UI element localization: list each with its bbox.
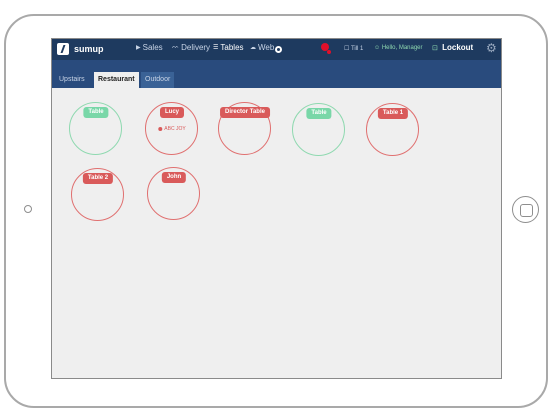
tab-upstairs[interactable]: Upstairs [55,72,89,88]
tab-outdoor[interactable]: Outdoor [141,72,175,88]
camera-icon [24,205,32,213]
brand-name: sumup [74,44,104,54]
lockout-label: Lockout [442,43,474,52]
nav-delivery[interactable]: ᨓ Delivery [172,43,210,52]
room-tab-bar: Upstairs Restaurant Outdoor [52,60,501,88]
play-icon: ▶ [136,45,141,51]
list-icon: ☰ [213,45,219,51]
top-bar: sumup ▶ Sales ᨓ Delivery ☰ Tables ☁ Web … [52,39,501,60]
till-label: Till 1 [350,46,364,52]
nav-delivery-label: Delivery [181,43,211,52]
table-label: Table [83,107,109,118]
nav-tables[interactable]: ☰ Tables [213,43,244,52]
nav-web-label: Web [258,43,275,52]
sumup-logo-icon [57,43,69,55]
table-label: Lucy [159,107,185,118]
lock-icon: ⊡ [432,45,438,52]
order-tag: ABC JOY [158,126,185,132]
bike-icon: ᨓ [172,44,180,50]
alert-dot-small [327,50,331,54]
table-label: John [161,172,187,183]
gear-icon[interactable]: ⚙ [486,41,497,55]
table-label: Table 2 [82,173,114,184]
table-label: Table 1 [377,108,409,119]
cloud-icon: ☁ [250,45,256,51]
nav-web[interactable]: ☁ Web [250,43,283,53]
lockout-button[interactable]: ⊡ Lockout [432,43,473,52]
notification-badge [275,46,283,53]
user-icon: ☺ [374,45,381,51]
home-button[interactable] [512,196,539,223]
nav-sales[interactable]: ▶ Sales [136,43,163,52]
table-label: Table [306,108,332,119]
user-greeting[interactable]: ☺ Hello, Manager [374,45,423,51]
tab-restaurant[interactable]: Restaurant [94,72,139,88]
nav-tables-label: Tables [220,43,244,52]
till-indicator[interactable]: ☐ Till 1 [344,45,363,52]
greeting-label: Hello, Manager [381,45,423,51]
register-icon: ☐ [344,46,350,52]
brand-logo[interactable]: sumup [57,42,104,56]
nav-sales-label: Sales [142,43,163,52]
app-screen: sumup ▶ Sales ᨓ Delivery ☰ Tables ☁ Web … [51,38,502,379]
table-label: Director Table [220,107,270,118]
